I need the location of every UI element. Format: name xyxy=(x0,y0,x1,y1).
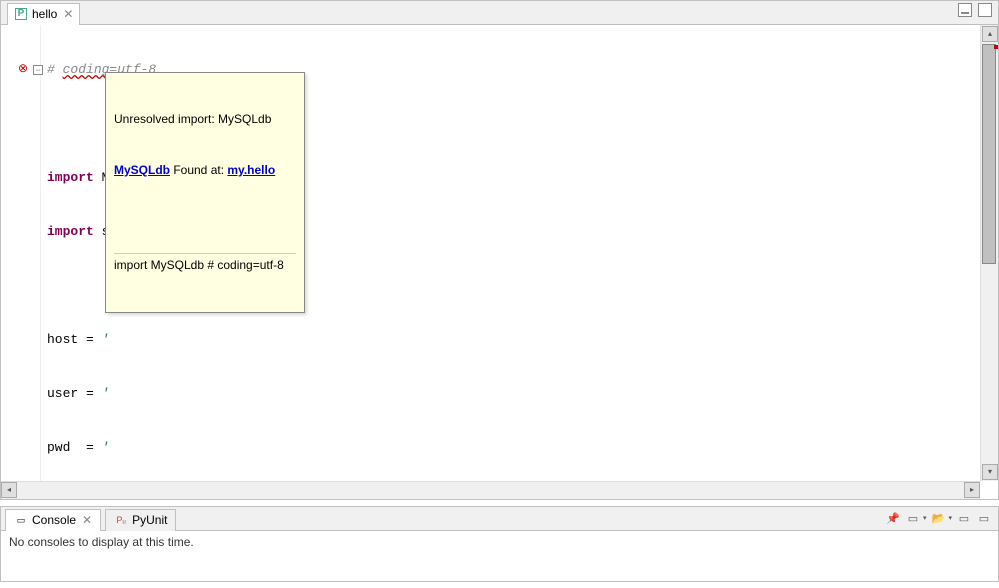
tab-label: Console xyxy=(32,513,76,527)
error-tooltip: Unresolved import: MySQLdb MySQLdb Found… xyxy=(105,72,305,313)
console-panel: ▭ Console ✕ Pᵤ PyUnit 📌 ▭▾ 📂▾ ▭ ▭ No con… xyxy=(0,506,999,582)
pyunit-tab[interactable]: Pᵤ PyUnit xyxy=(105,509,176,531)
vertical-scrollbar[interactable]: ▴ ▾ xyxy=(980,25,998,481)
tab-label: PyUnit xyxy=(132,513,167,527)
error-overview-marker[interactable] xyxy=(994,45,998,49)
console-tab-bar: ▭ Console ✕ Pᵤ PyUnit 📌 ▭▾ 📂▾ ▭ ▭ xyxy=(1,507,998,531)
tab-close-icon[interactable]: ✕ xyxy=(63,7,73,21)
tooltip-line1: Unresolved import: MySQLdb xyxy=(114,111,296,128)
scroll-down-button[interactable]: ▾ xyxy=(982,464,998,480)
scroll-right-button[interactable]: ▸ xyxy=(964,482,980,498)
horizontal-scrollbar[interactable]: ◂ ▸ xyxy=(1,481,980,499)
error-marker-icon[interactable]: ⊗ xyxy=(18,61,28,75)
tab-filename: hello xyxy=(32,7,57,21)
editor-panel: P hello ✕ ⊗ − # coding=utf-8 import MySQ… xyxy=(0,0,999,500)
editor-window-controls xyxy=(958,3,992,17)
tooltip-link-myhello[interactable]: my.hello xyxy=(227,163,275,177)
tab-close-icon[interactable]: ✕ xyxy=(82,513,92,527)
console-icon: ▭ xyxy=(14,513,28,527)
scroll-up-button[interactable]: ▴ xyxy=(982,26,998,42)
minimize-view-button[interactable] xyxy=(958,3,972,17)
console-tab[interactable]: ▭ Console ✕ xyxy=(5,509,101,531)
maximize-view-button[interactable] xyxy=(978,3,992,17)
scroll-thumb[interactable] xyxy=(982,44,996,264)
editor-gutter: ⊗ − xyxy=(1,25,41,481)
pyunit-icon: Pᵤ xyxy=(114,513,128,527)
pin-console-icon[interactable]: 📌 xyxy=(885,510,901,526)
python-file-icon: P xyxy=(14,7,28,21)
code-editor[interactable]: # coding=utf-8 import MySQLdb import s h… xyxy=(41,25,980,481)
editor-tab-hello[interactable]: P hello ✕ xyxy=(7,3,80,25)
open-console-icon[interactable]: 📂 xyxy=(930,510,946,526)
scroll-left-button[interactable]: ◂ xyxy=(1,482,17,498)
display-selected-icon[interactable]: ▭ xyxy=(905,510,921,526)
console-body: No consoles to display at this time. xyxy=(1,531,998,553)
console-empty-message: No consoles to display at this time. xyxy=(9,535,194,549)
console-toolbar: 📌 ▭▾ 📂▾ ▭ ▭ xyxy=(885,510,992,526)
tooltip-line3: import MySQLdb # coding=utf-8 xyxy=(114,253,296,274)
minimize-view-button[interactable]: ▭ xyxy=(956,510,972,526)
maximize-view-button[interactable]: ▭ xyxy=(976,510,992,526)
editor-tab-bar: P hello ✕ xyxy=(1,1,998,25)
tooltip-link-mysqldb[interactable]: MySQLdb xyxy=(114,163,170,177)
